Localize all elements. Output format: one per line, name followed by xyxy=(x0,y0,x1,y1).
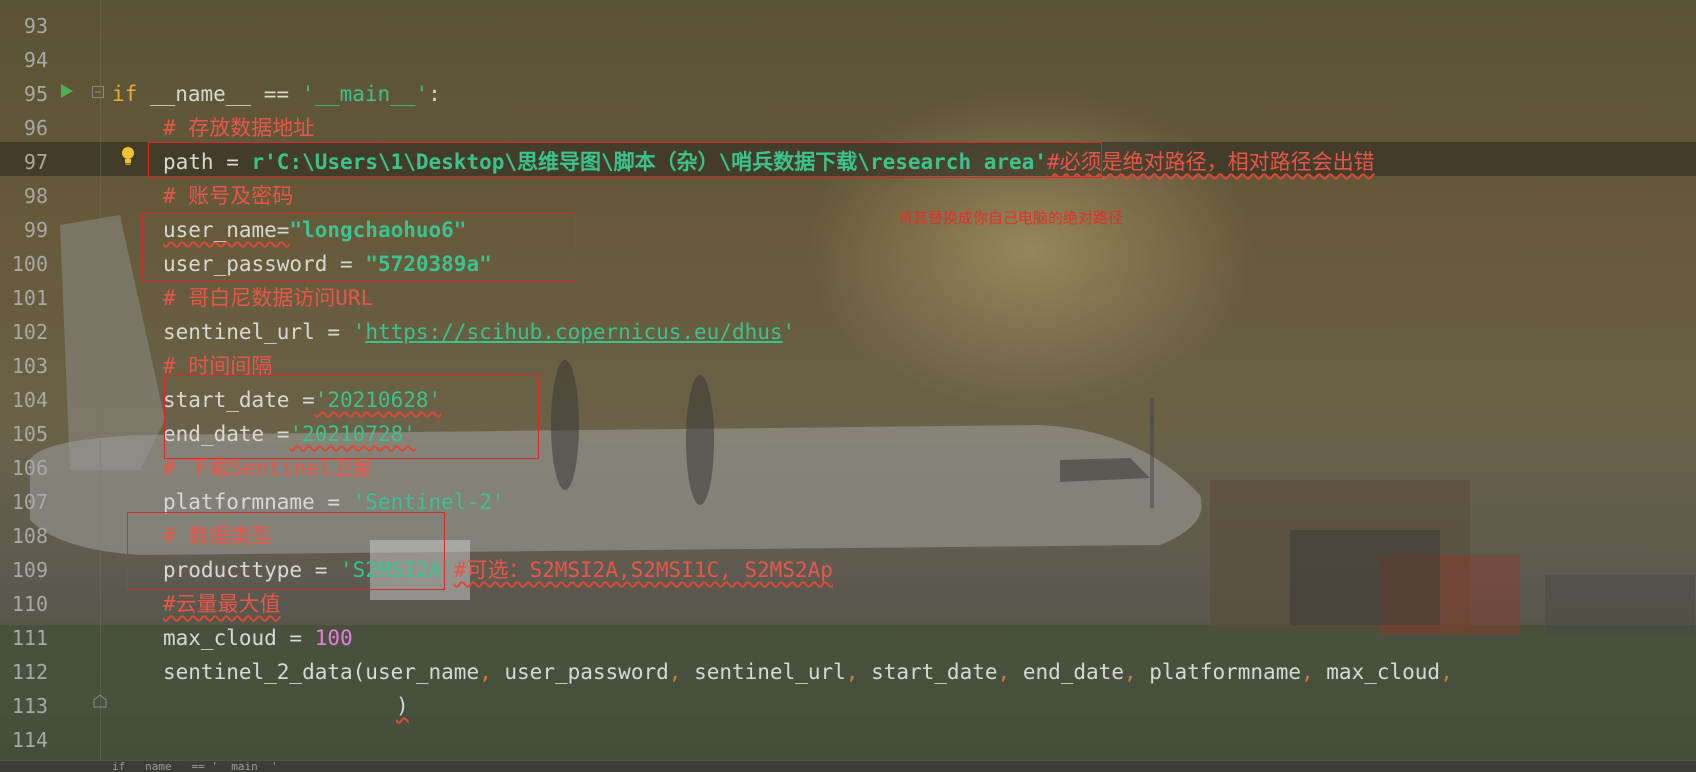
code-line-98[interactable]: # 账号及密码 xyxy=(163,179,293,213)
keyword-if: if xyxy=(112,82,138,106)
string-literal: 'Sentinel-2' xyxy=(352,490,505,514)
arg: platformname xyxy=(1149,660,1301,684)
line-number: 96 xyxy=(23,116,48,140)
number-literal: 100 xyxy=(314,626,353,650)
highlight-box-path xyxy=(148,142,1102,178)
quote: ' xyxy=(782,320,796,344)
line-number: 97 xyxy=(23,150,48,174)
code-line-95[interactable]: if __name__ == '__main__': xyxy=(112,77,441,111)
arg-separator: , xyxy=(668,660,695,684)
line-number: 112 xyxy=(11,660,48,684)
code-line-112[interactable]: sentinel_2_data(user_name, user_password… xyxy=(163,655,1453,689)
highlight-box-producttype xyxy=(127,512,445,590)
line-number: 104 xyxy=(11,388,48,412)
function-call: sentinel_2_data( xyxy=(163,660,366,684)
line-number: 107 xyxy=(11,490,48,514)
arg: end_date xyxy=(1022,660,1124,684)
arg: start_date xyxy=(871,660,998,684)
arg: max_cloud xyxy=(1326,660,1441,684)
code-line-101[interactable]: # 哥白尼数据访问URL xyxy=(163,281,373,315)
line-number: 113 xyxy=(11,694,48,718)
arg: user_name xyxy=(365,660,480,684)
arg-separator: , xyxy=(845,660,872,684)
line-number: 106 xyxy=(11,456,48,480)
arg: sentinel_url xyxy=(694,660,846,684)
arg: user_password xyxy=(504,660,669,684)
highlight-box-dates xyxy=(164,375,539,459)
lightbulb-icon[interactable] xyxy=(120,146,136,166)
code-editor[interactable]: 93 94 95 96 97 98 99 100 101 102 103 104… xyxy=(0,0,1696,772)
line-number: 94 xyxy=(23,48,48,72)
line-number: 95 xyxy=(23,82,48,106)
arg-separator: , xyxy=(1123,660,1150,684)
code-line-113[interactable]: ) xyxy=(396,689,409,723)
fold-end-icon[interactable] xyxy=(93,694,107,708)
run-icon[interactable] xyxy=(60,83,74,99)
line-number: 98 xyxy=(23,184,48,208)
trailing-comma: , xyxy=(1440,660,1453,684)
colon: : xyxy=(428,82,441,106)
line-number: 103 xyxy=(11,354,48,378)
line-number: 114 xyxy=(11,728,48,752)
line-number: 99 xyxy=(23,218,48,242)
code-line-96[interactable]: # 存放数据地址 xyxy=(163,111,314,145)
line-number: 93 xyxy=(23,14,48,38)
annotation-note: 将其替换成你自己电脑的绝对路径 xyxy=(898,209,1124,227)
line-number: 111 xyxy=(11,626,48,650)
arg-separator: , xyxy=(1300,660,1327,684)
variable-platformname: platformname = xyxy=(163,490,353,514)
breadcrumb[interactable]: if __name__ == '__main__' xyxy=(112,761,278,772)
gutter-separator xyxy=(100,0,101,760)
code-line-110[interactable]: #云量最大值 xyxy=(163,587,281,621)
variable-sentinel-url: sentinel_url = xyxy=(163,320,353,344)
quote: ' xyxy=(352,320,366,344)
arg-separator: , xyxy=(997,660,1023,684)
line-number: 108 xyxy=(11,524,48,548)
line-number: 105 xyxy=(11,422,48,446)
variable-max-cloud: max_cloud = xyxy=(163,626,315,650)
line-number: 109 xyxy=(11,558,48,582)
code-line-102[interactable]: sentinel_url = 'https://scihub.copernicu… xyxy=(163,315,795,349)
line-number-gutter: 93 94 95 96 97 98 99 100 101 102 103 104… xyxy=(0,0,100,760)
url-link[interactable]: https://scihub.copernicus.eu/dhus xyxy=(365,320,782,344)
fold-icon[interactable] xyxy=(92,86,104,98)
line-number: 101 xyxy=(11,286,48,310)
line-number: 100 xyxy=(11,252,48,276)
string-literal: '__main__' xyxy=(301,82,429,106)
code-line-111[interactable]: max_cloud = 100 xyxy=(163,621,353,655)
inline-comment: #可选：S2MSI2A,S2MSI1C, S2MS2Ap xyxy=(453,558,833,582)
arg-separator: , xyxy=(479,660,505,684)
line-number: 102 xyxy=(11,320,48,344)
name-expression: __name__ == xyxy=(137,82,302,106)
highlight-box-credentials xyxy=(142,213,576,281)
line-number: 110 xyxy=(11,592,48,616)
